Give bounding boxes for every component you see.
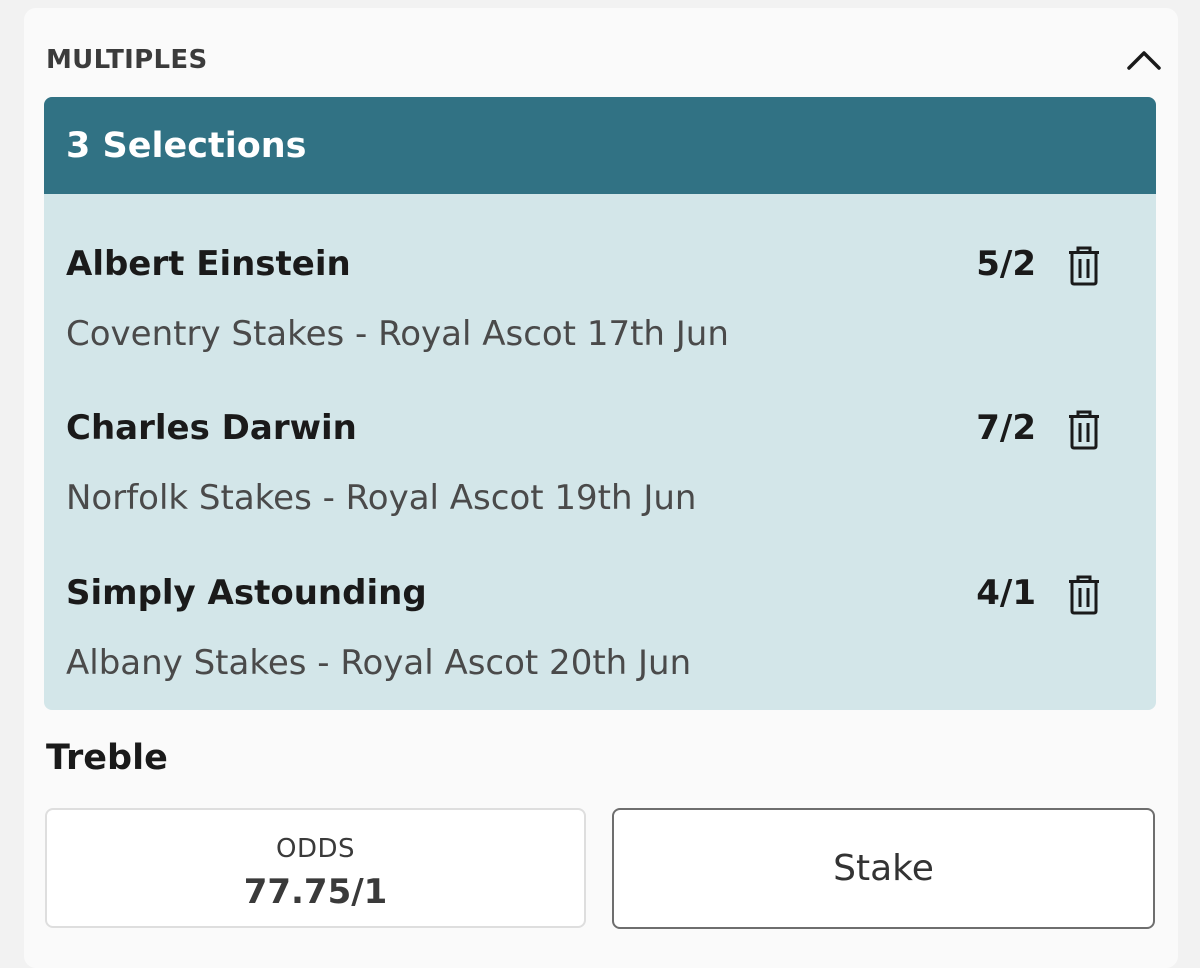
selection-odds: 4/1 [976,573,1036,613]
section-title: MULTIPLES [46,45,208,75]
selection-odds: 7/2 [976,408,1036,448]
odds-label: ODDS [275,834,355,864]
selection-event: Coventry Stakes - Royal Ascot 17th Jun [66,314,729,354]
selections-panel: 3 Selections Albert Einstein 5/2 Coventr… [44,97,1156,710]
delete-selection-button[interactable] [1060,569,1108,621]
delete-selection-button[interactable] [1060,240,1108,292]
trash-icon [1069,246,1099,286]
selection-event: Norfolk Stakes - Royal Ascot 19th Jun [66,478,697,518]
bet-type-label: Treble [46,738,168,778]
multiples-card: MULTIPLES 3 Selections Albert Einstein 5… [24,8,1178,968]
selection-name: Albert Einstein [66,244,351,284]
stake-placeholder: Stake [833,848,934,889]
multiples-header: MULTIPLES [46,36,1161,84]
chevron-up-icon [1127,51,1161,70]
selections-count: 3 Selections [44,97,1156,194]
stake-input[interactable]: Stake [612,808,1155,929]
selection-odds: 5/2 [976,244,1036,284]
collapse-button[interactable] [1120,36,1168,84]
selection-name: Charles Darwin [66,408,357,448]
selection-name: Simply Astounding [66,573,427,613]
odds-value: 77.75/1 [243,872,388,912]
selection-event: Albany Stakes - Royal Ascot 20th Jun [66,643,692,683]
odds-display: ODDS 77.75/1 [45,808,586,928]
trash-icon [1069,410,1099,450]
delete-selection-button[interactable] [1060,404,1108,456]
trash-icon [1069,575,1099,615]
